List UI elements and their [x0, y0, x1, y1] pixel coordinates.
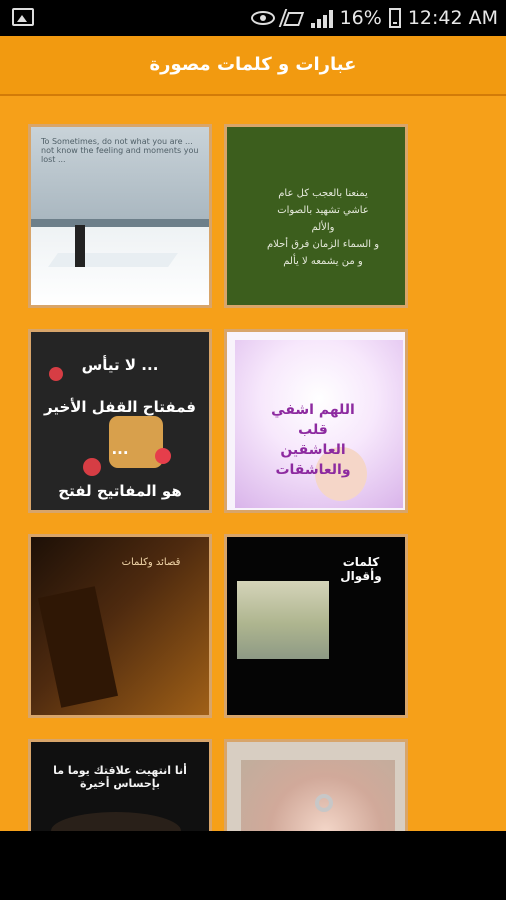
gallery-tile[interactable]: يمنعنا بالعجب كل عام عاشي تشهيد بالصوات … — [224, 124, 408, 308]
page-title: عبارات و كلمات مصورة — [149, 54, 357, 75]
gallery-tile[interactable]: لا تيأس ... فمفتاح القفل الأخير ... هو ا… — [28, 329, 212, 513]
gallery-notification-icon — [12, 8, 34, 26]
vibrate-mute-icon — [278, 9, 307, 27]
gallery-tile[interactable]: To Sometimes, do not what you are ... no… — [28, 124, 212, 308]
app-bar: عبارات و كلمات مصورة — [0, 36, 506, 96]
gallery-tile[interactable]: كلمات وأقوال — [224, 534, 408, 718]
tile-caption: To Sometimes, do not what you are ... no… — [41, 137, 199, 164]
gallery-tile[interactable]: اللهم اشفي قلب العاشقين والعاشقات — [224, 329, 408, 513]
tile-caption: يمنعنا بالعجب كل عام عاشي تشهيد بالصوات … — [266, 188, 380, 267]
gallery-tile[interactable]: أنا انتهيت علاقتك يوما ما بإحساس أخيرة — [28, 739, 212, 831]
status-bar: 16% 12:42 AM — [0, 0, 506, 36]
tile-caption: قصائد وكلمات — [121, 557, 181, 568]
navigation-bar — [0, 831, 506, 900]
signal-icon — [310, 8, 333, 28]
tile-caption: لا تيأس ... فمفتاح القفل الأخير ... هو ا… — [43, 356, 196, 500]
image-gallery[interactable]: To Sometimes, do not what you are ... no… — [0, 96, 506, 831]
clock: 12:42 AM — [407, 7, 498, 29]
tile-caption: أنا انتهيت علاقتك يوما ما بإحساس أخيرة — [53, 764, 187, 790]
tile-caption: اللهم اشفي قلب العاشقين والعاشقات — [271, 402, 355, 478]
tile-caption: كلمات وأقوال — [340, 555, 382, 583]
eye-icon — [250, 11, 275, 25]
gallery-tile[interactable]: قصائد وكلمات — [28, 534, 212, 718]
gallery-tile[interactable] — [224, 739, 408, 831]
battery-percent: 16% — [339, 7, 382, 29]
battery-icon — [388, 8, 401, 28]
